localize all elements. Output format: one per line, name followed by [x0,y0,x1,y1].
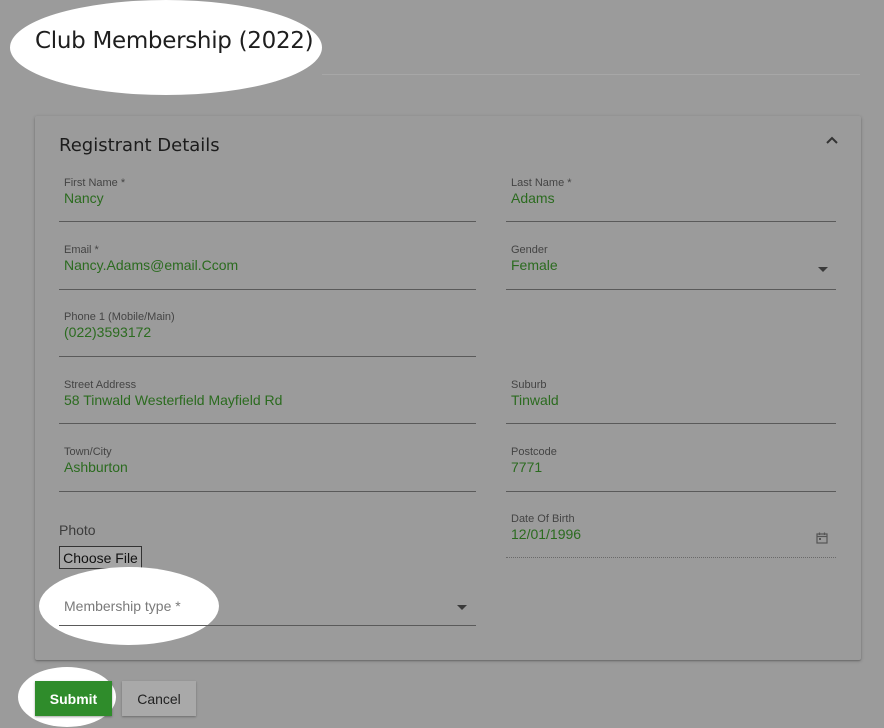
date-of-birth-value: 12/01/1996 [511,526,582,542]
postcode-field[interactable]: Postcode 7771 [506,446,836,492]
street-address-value: 58 Tinwald Westerfield Mayfield Rd [64,392,283,408]
field-underline [59,491,476,492]
photo-label: Photo [59,522,96,538]
gender-value: Female [511,257,558,273]
email-value: Nancy.Adams@email.Ccom [64,257,239,273]
chevron-up-icon [826,136,838,144]
town-city-value: Ashburton [64,459,128,475]
registrant-details-panel: Registrant Details First Name * Nancy La… [35,116,861,660]
title-divider [322,74,860,75]
town-city-field[interactable]: Town/City Ashburton [59,446,476,492]
town-city-label: Town/City [64,446,112,458]
caret-down-icon [818,267,828,272]
field-underline [506,221,836,222]
first-name-value: Nancy [64,190,104,206]
last-name-field[interactable]: Last Name * Adams [506,177,836,222]
calendar-icon[interactable] [816,532,828,544]
field-underline [506,423,836,424]
page-title: Club Membership (2022) [35,28,314,54]
street-address-label: Street Address [64,379,137,391]
postcode-label: Postcode [511,446,557,458]
field-underline [59,625,476,626]
last-name-label: Last Name * [511,177,572,189]
field-underline [59,356,476,357]
email-label: Email * [64,244,99,256]
email-field[interactable]: Email * Nancy.Adams@email.Ccom [59,244,476,290]
street-address-field[interactable]: Street Address 58 Tinwald Westerfield Ma… [59,379,476,424]
field-underline [59,289,476,290]
field-underline [506,289,836,290]
suburb-value: Tinwald [511,392,559,408]
submit-button[interactable]: Submit [35,681,112,716]
last-name-value: Adams [511,190,555,206]
date-of-birth-field[interactable]: Date Of Birth 12/01/1996 [506,513,836,558]
phone-field[interactable]: Phone 1 (Mobile/Main) (022)3593172 [59,311,476,357]
gender-select[interactable]: Gender Female [506,244,836,290]
first-name-field[interactable]: First Name * Nancy [59,177,476,222]
field-underline [59,423,476,424]
phone-value: (022)3593172 [64,324,152,340]
membership-type-placeholder: Membership type * [64,598,181,614]
suburb-label: Suburb [511,379,547,391]
section-title: Registrant Details [59,135,220,156]
collapse-button[interactable] [823,132,841,148]
choose-file-button[interactable]: Choose File [59,546,142,569]
first-name-label: First Name * [64,177,126,189]
date-of-birth-label: Date Of Birth [511,513,575,525]
caret-down-icon [457,605,467,610]
field-underline [506,491,836,492]
cancel-button[interactable]: Cancel [122,681,196,716]
phone-label: Phone 1 (Mobile/Main) [64,311,175,323]
postcode-value: 7771 [511,459,543,475]
field-underline [506,557,836,558]
suburb-field[interactable]: Suburb Tinwald [506,379,836,424]
gender-label: Gender [511,244,548,256]
field-underline [59,221,476,222]
